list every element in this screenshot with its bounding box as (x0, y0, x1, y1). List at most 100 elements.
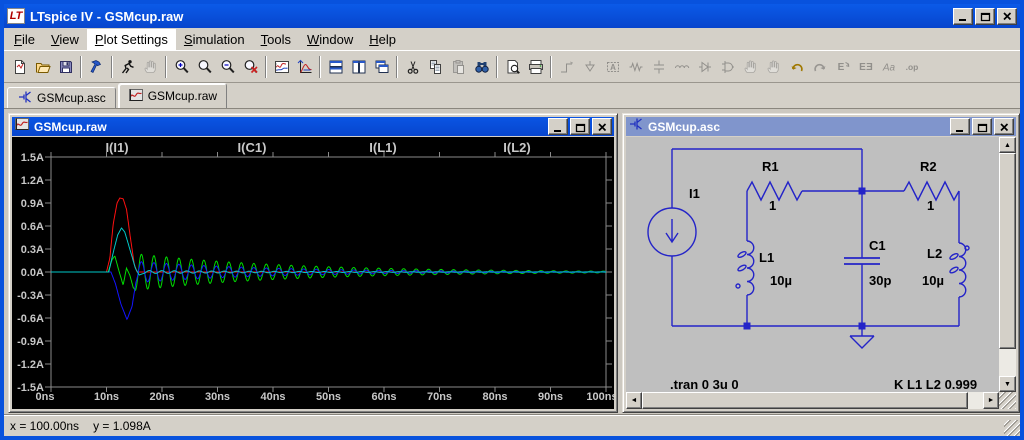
place-inductor-icon[interactable] (670, 55, 693, 79)
menu-item-file[interactable]: File (6, 29, 43, 50)
scroll-up-button[interactable]: ▲ (999, 137, 1016, 153)
find-icon[interactable] (470, 55, 493, 79)
halt-icon[interactable] (139, 55, 162, 79)
draw-wire-icon[interactable] (555, 55, 578, 79)
place-resistor-icon[interactable] (624, 55, 647, 79)
maximize-button[interactable] (975, 7, 995, 25)
legend-il2[interactable]: I(L2) (503, 140, 530, 155)
copy-icon[interactable] (424, 55, 447, 79)
x-tick-label: 70ns (427, 391, 452, 403)
zoom-back-icon[interactable] (193, 55, 216, 79)
menu-item-window[interactable]: Window (299, 29, 361, 50)
zoom-full-extents-icon[interactable] (239, 55, 262, 79)
maximize-button[interactable] (972, 118, 992, 135)
place-ground-icon[interactable] (578, 55, 601, 79)
toolbar-separator (396, 55, 398, 78)
waveform-plot[interactable]: 0ns 10ns 20ns 30ns 40ns 50ns 60ns 70ns 80ns 90ns 1… (12, 137, 618, 409)
menu-item-help[interactable]: Help (361, 29, 404, 50)
open-icon[interactable] (31, 55, 54, 79)
save-icon[interactable] (54, 55, 77, 79)
cascade-windows-icon[interactable] (370, 55, 393, 79)
x-tick-label: 40ns (260, 391, 285, 403)
trace-ii1[interactable] (51, 197, 606, 273)
new-schematic-icon[interactable] (8, 55, 31, 79)
zoom-in-icon[interactable] (170, 55, 193, 79)
app-titlebar[interactable]: LT LTspice IV - GSMcup.raw (4, 4, 1020, 28)
schematic-label: K L1 L2 0.999 (894, 377, 977, 392)
svg-text:.op: .op (905, 62, 918, 72)
trace-il1[interactable] (51, 261, 607, 321)
schematic-window-titlebar[interactable]: GSMcup.asc (626, 117, 1016, 136)
status-bar: x = 100.00ns y = 1.098A (4, 415, 1020, 436)
schematic-label: R1 (762, 159, 779, 174)
toolbar-separator (111, 55, 113, 78)
place-text-icon[interactable]: Aa (877, 55, 900, 79)
mdi-area: GSMcup.raw 0ns 10ns 20ns 30ns 40ns 50ns 60ns 70… (4, 108, 1020, 415)
zoom-out-icon[interactable] (216, 55, 239, 79)
inductor-L1-phase-dot (735, 283, 741, 289)
place-component-icon[interactable] (716, 55, 739, 79)
close-button[interactable] (994, 118, 1014, 135)
schematic-canvas[interactable]: I1 R1 1 R2 1 L1 10µ C1 30p L2 10µ .tran 0 3u 0 K L1 … (626, 137, 1016, 409)
paste-icon[interactable] (447, 55, 470, 79)
trace-il2[interactable] (51, 227, 606, 276)
schematic-hscrollbar[interactable]: ◄ ► (626, 392, 999, 409)
menu-item-plot-settings[interactable]: Plot Settings (86, 28, 176, 50)
minimize-button[interactable] (548, 118, 568, 135)
menu-item-tools[interactable]: Tools (253, 29, 299, 50)
schematic-label: .tran 0 3u 0 (670, 377, 739, 392)
waveform-window-title: GSMcup.raw (34, 119, 107, 134)
hscroll-thumb[interactable] (642, 392, 968, 409)
cut-icon[interactable] (401, 55, 424, 79)
tile-vertically-icon[interactable] (347, 55, 370, 79)
scroll-right-button[interactable]: ► (983, 392, 999, 409)
maximize-button[interactable] (570, 118, 590, 135)
place-net-label-icon[interactable]: A (601, 55, 624, 79)
tab-gsmcup.asc[interactable]: GSMcup.asc (7, 87, 116, 108)
cursor-y-readout: y = 1.098A (93, 419, 151, 433)
menu-item-simulation[interactable]: Simulation (176, 29, 253, 50)
place-diode-icon[interactable] (693, 55, 716, 79)
tab-gsmcup.raw[interactable]: GSMcup.raw (117, 83, 228, 108)
schematic-label: 10µ (770, 273, 792, 288)
window-resize-grip[interactable] (999, 392, 1016, 409)
rotate-icon[interactable]: E (831, 55, 854, 79)
tab-bar: GSMcup.asc GSMcup.raw (4, 83, 1020, 108)
vscroll-thumb[interactable] (999, 153, 1016, 349)
y-tick-label: 1.5A (21, 152, 44, 164)
autorange-y-icon[interactable] (293, 55, 316, 79)
legend-il1[interactable]: I(L1) (369, 140, 396, 155)
minimize-button[interactable] (950, 118, 970, 135)
minimize-button[interactable] (953, 7, 973, 25)
close-button[interactable] (997, 7, 1017, 25)
control-panel-icon[interactable] (85, 55, 108, 79)
print-preview-icon[interactable] (501, 55, 524, 79)
menu-item-view[interactable]: View (43, 29, 87, 50)
place-capacitor-icon[interactable] (647, 55, 670, 79)
close-button[interactable] (592, 118, 612, 135)
mirror-icon[interactable]: EƎ (854, 55, 877, 79)
scroll-down-button[interactable]: ▼ (999, 376, 1016, 392)
vscroll-track[interactable] (999, 153, 1016, 376)
redo-icon[interactable] (808, 55, 831, 79)
inductor-L1-loop (737, 250, 747, 259)
legend-ic1[interactable]: I(C1) (238, 140, 267, 155)
move-icon[interactable] (739, 55, 762, 79)
spice-directive-icon[interactable]: .op (900, 55, 923, 79)
app-resize-grip[interactable] (1004, 420, 1020, 436)
y-tick-label: -0.6A (17, 313, 44, 325)
print-icon[interactable] (524, 55, 547, 79)
waveform-window-titlebar[interactable]: GSMcup.raw (12, 117, 614, 136)
schematic-vscrollbar[interactable]: ▲ ▼ (999, 137, 1016, 392)
legend-ii1[interactable]: I(I1) (105, 140, 128, 155)
run-icon[interactable] (116, 55, 139, 79)
plot-settings-icon[interactable] (270, 55, 293, 79)
tile-horizontally-icon[interactable] (324, 55, 347, 79)
hscroll-track[interactable] (642, 392, 983, 409)
scroll-left-button[interactable]: ◄ (626, 392, 642, 409)
y-tick-label: 0.6A (21, 221, 44, 233)
waveform-plot-area[interactable]: 0ns 10ns 20ns 30ns 40ns 50ns 60ns 70ns 80ns 90ns 1… (12, 137, 618, 409)
undo-icon[interactable] (785, 55, 808, 79)
drag-icon[interactable] (762, 55, 785, 79)
waveform-icon (14, 116, 30, 137)
